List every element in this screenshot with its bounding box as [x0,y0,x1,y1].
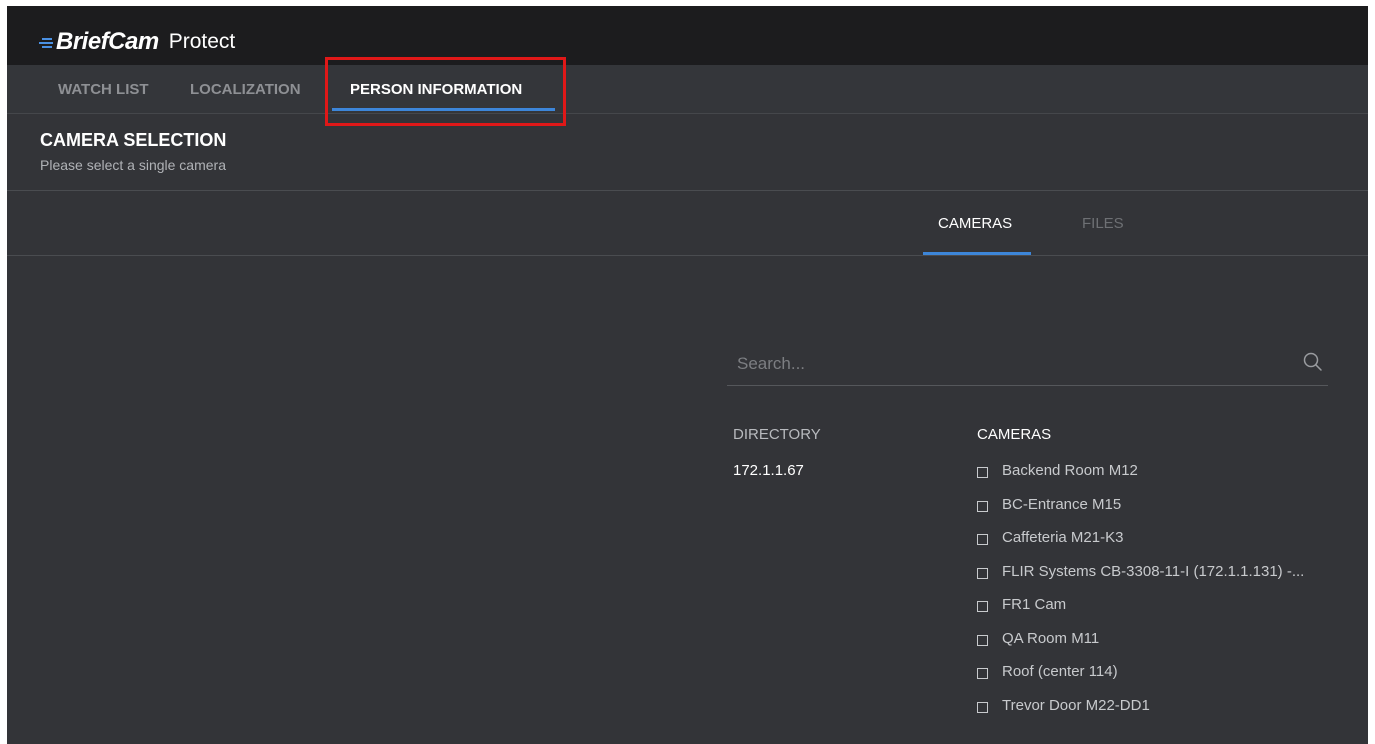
camera-selection-header: CAMERA SELECTION Please select a single … [7,114,1368,191]
top-bar: BriefCam Protect [7,6,1368,65]
camera-list-item[interactable]: Caffeteria M21-K3 [977,529,1304,563]
camera-list-item[interactable]: Backend Room M12 [977,462,1304,496]
search-icon[interactable] [1301,350,1325,374]
camera-checkbox[interactable] [977,467,988,478]
camera-checkbox[interactable] [977,634,988,646]
camera-checkbox[interactable] [977,567,988,579]
camera-list-item[interactable]: BC-Entrance M15 [977,496,1304,530]
camera-checkbox[interactable] [977,534,988,545]
tab-watch-list[interactable]: WATCH LIST [58,81,149,98]
tab-files[interactable]: FILES [1082,215,1124,232]
camera-list-item[interactable]: QA Room M11 [977,630,1304,664]
logo-product: Protect [168,30,236,53]
camera-list-item[interactable]: Trevor Door M22-DD1 [977,697,1304,731]
logo-brand: BriefCam [56,28,159,55]
camera-list-item[interactable]: Roof (center 114) [977,663,1304,697]
search-input[interactable] [735,349,1279,379]
camera-label: QA Room M11 [1002,629,1100,647]
directory-item[interactable]: 172.1.1.67 [733,462,804,479]
camera-label: Backend Room M12 [1002,462,1138,479]
section-title: CAMERA SELECTION [40,130,227,150]
tab-cameras[interactable]: CAMERAS [938,215,1012,232]
camera-label: FLIR Systems CB-3308-11-I (172.1.1.131) … [1002,562,1305,580]
camera-checkbox[interactable] [977,668,988,679]
main-nav: WATCH LIST LOCALIZATION PERSON INFORMATI… [7,65,1368,114]
tab-localization[interactable]: LOCALIZATION [190,81,301,98]
active-subtab-indicator [923,252,1031,255]
camera-list-item[interactable]: FR1 Cam [977,596,1304,630]
camera-label: Trevor Door M22-DD1 [1002,696,1150,714]
search-box [727,345,1328,386]
section-subtitle: Please select a single camera [40,157,226,173]
briefcam-logo: BriefCam Protect [37,27,235,57]
camera-checkbox[interactable] [977,500,988,512]
camera-label: BC-Entrance M15 [1002,495,1122,513]
camera-label: FR1 Cam [1002,596,1067,613]
logo-lines-icon [37,35,53,49]
cameras-header: CAMERAS [977,426,1052,443]
camera-list-item[interactable]: FLIR Systems CB-3308-11-I (172.1.1.131) … [977,563,1304,597]
camera-list: Backend Room M12 BC-Entrance M15 Caffete… [977,462,1304,730]
camera-checkbox[interactable] [977,601,988,612]
app-window: BriefCam Protect WATCH LIST LOCALIZATION… [7,6,1368,744]
directory-header: DIRECTORY [733,426,821,443]
source-tabs: CAMERAS FILES [7,191,1368,256]
camera-checkbox[interactable] [977,701,988,713]
camera-label: Roof (center 114) [1002,663,1118,680]
camera-label: Caffeteria M21-K3 [1002,529,1124,546]
